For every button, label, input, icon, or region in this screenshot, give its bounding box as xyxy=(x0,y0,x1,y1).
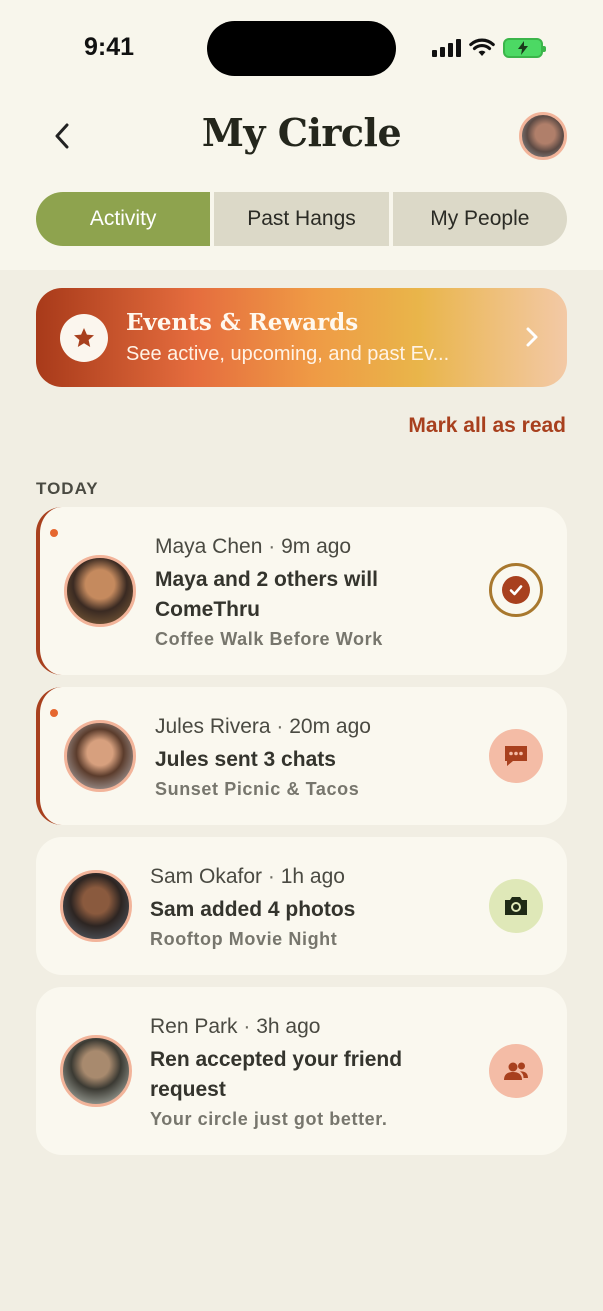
unread-dot xyxy=(50,709,58,717)
page-title: My Circle xyxy=(201,110,402,155)
mark-all-read-link[interactable]: Mark all as read xyxy=(408,414,566,438)
tab-past-hangs[interactable]: Past Hangs xyxy=(214,192,389,246)
sender-name: Jules Rivera xyxy=(155,715,271,738)
check-circle-button[interactable] xyxy=(489,563,543,617)
card-meta: Sam Okafor · 1h ago xyxy=(150,865,345,888)
card-title: Maya and 2 others will ComeThru xyxy=(155,568,378,621)
events-rewards-banner[interactable]: Events & Rewards See active, upcoming, a… xyxy=(36,288,567,387)
time-ago: 3h ago xyxy=(256,1015,321,1038)
check-circle-icon xyxy=(502,576,530,604)
banner-badge xyxy=(60,314,108,362)
notification-card[interactable]: Sam Okafor · 1h ago Sam added 4 photos R… xyxy=(36,837,567,975)
card-subtitle: Sunset Picnic & Tacos xyxy=(155,779,360,799)
camera-button[interactable] xyxy=(489,879,543,933)
segmented-tabs: Activity Past Hangs My People xyxy=(36,192,567,246)
battery-icon xyxy=(503,38,546,58)
avatar xyxy=(60,870,132,942)
camera-icon xyxy=(505,897,527,915)
chevron-right-icon xyxy=(526,327,538,347)
status-icons xyxy=(432,37,546,59)
notification-card[interactable]: Ren Park · 3h ago Ren accepted your frie… xyxy=(36,987,567,1155)
avatar xyxy=(64,720,136,792)
status-time: 9:41 xyxy=(84,33,135,61)
notification-card[interactable]: Maya Chen · 9m ago Maya and 2 others wil… xyxy=(36,507,567,675)
people-icon xyxy=(504,1062,528,1080)
tab-my-people[interactable]: My People xyxy=(392,192,567,246)
card-subtitle: Rooftop Movie Night xyxy=(150,929,338,949)
card-meta: Jules Rivera · 20m ago xyxy=(155,715,371,738)
wifi-icon xyxy=(469,38,495,56)
sender-name: Ren Park xyxy=(150,1015,238,1038)
card-title: Jules sent 3 chats xyxy=(155,748,336,771)
card-subtitle: Coffee Walk Before Work xyxy=(155,629,383,649)
avatar xyxy=(60,1035,132,1107)
sender-name: Sam Okafor xyxy=(150,865,263,888)
avatar xyxy=(64,555,136,627)
sender-name: Maya Chen xyxy=(155,535,263,558)
tab-activity[interactable]: Activity xyxy=(36,192,211,246)
chat-button[interactable] xyxy=(489,729,543,783)
time-ago: 9m ago xyxy=(281,535,352,558)
card-subtitle: Your circle just got better. xyxy=(150,1109,388,1129)
dynamic-island xyxy=(207,21,396,76)
banner-subtitle: See active, upcoming, and past Ev... xyxy=(126,343,450,365)
people-button[interactable] xyxy=(489,1044,543,1098)
card-meta: Ren Park · 3h ago xyxy=(150,1015,321,1038)
time-ago: 1h ago xyxy=(280,865,345,888)
signal-icon xyxy=(432,39,461,57)
chat-icon xyxy=(505,746,527,766)
card-title: Sam added 4 photos xyxy=(150,898,356,921)
section-label-today: TODAY xyxy=(36,479,99,498)
star-icon xyxy=(74,328,94,347)
card-meta: Maya Chen · 9m ago xyxy=(155,535,352,558)
notification-card[interactable]: Jules Rivera · 20m ago Jules sent 3 chat… xyxy=(36,687,567,825)
time-ago: 20m ago xyxy=(289,715,371,738)
profile-avatar[interactable] xyxy=(519,112,567,160)
card-title: Ren accepted your friend request xyxy=(150,1048,403,1101)
banner-title: Events & Rewards xyxy=(126,309,359,336)
unread-dot xyxy=(50,529,58,537)
